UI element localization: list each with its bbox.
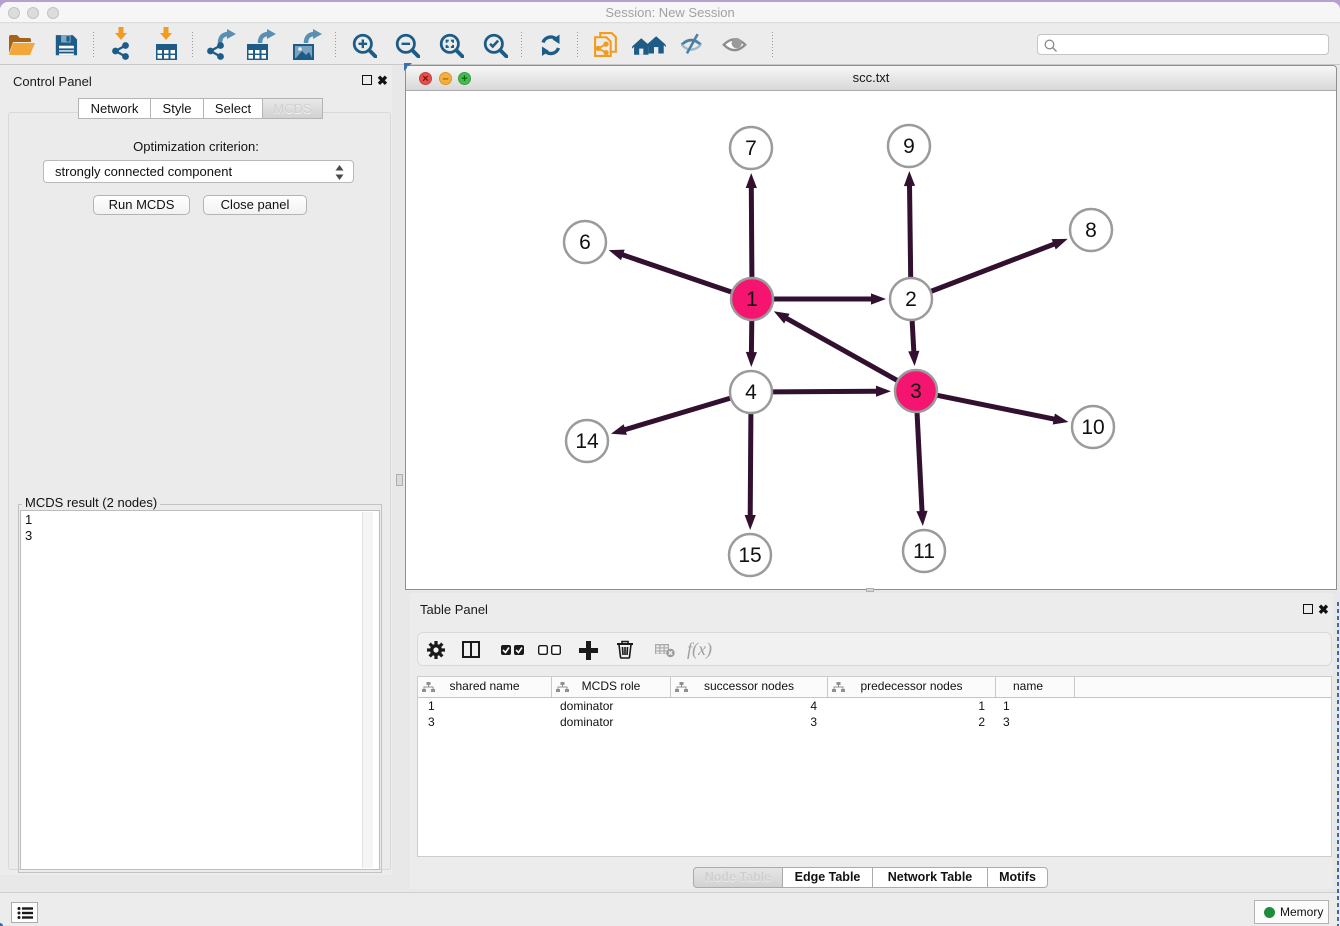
svg-text:3: 3 bbox=[910, 380, 922, 403]
svg-text:9: 9 bbox=[903, 135, 915, 158]
svg-text:6: 6 bbox=[579, 231, 591, 254]
svg-text:2: 2 bbox=[905, 288, 917, 311]
svg-text:11: 11 bbox=[913, 540, 935, 563]
svg-text:1: 1 bbox=[746, 288, 758, 311]
svg-text:14: 14 bbox=[575, 430, 599, 453]
svg-text:15: 15 bbox=[738, 544, 761, 567]
svg-text:7: 7 bbox=[745, 137, 757, 160]
svg-text:8: 8 bbox=[1085, 219, 1097, 242]
svg-text:4: 4 bbox=[745, 381, 757, 404]
svg-text:10: 10 bbox=[1081, 416, 1104, 439]
